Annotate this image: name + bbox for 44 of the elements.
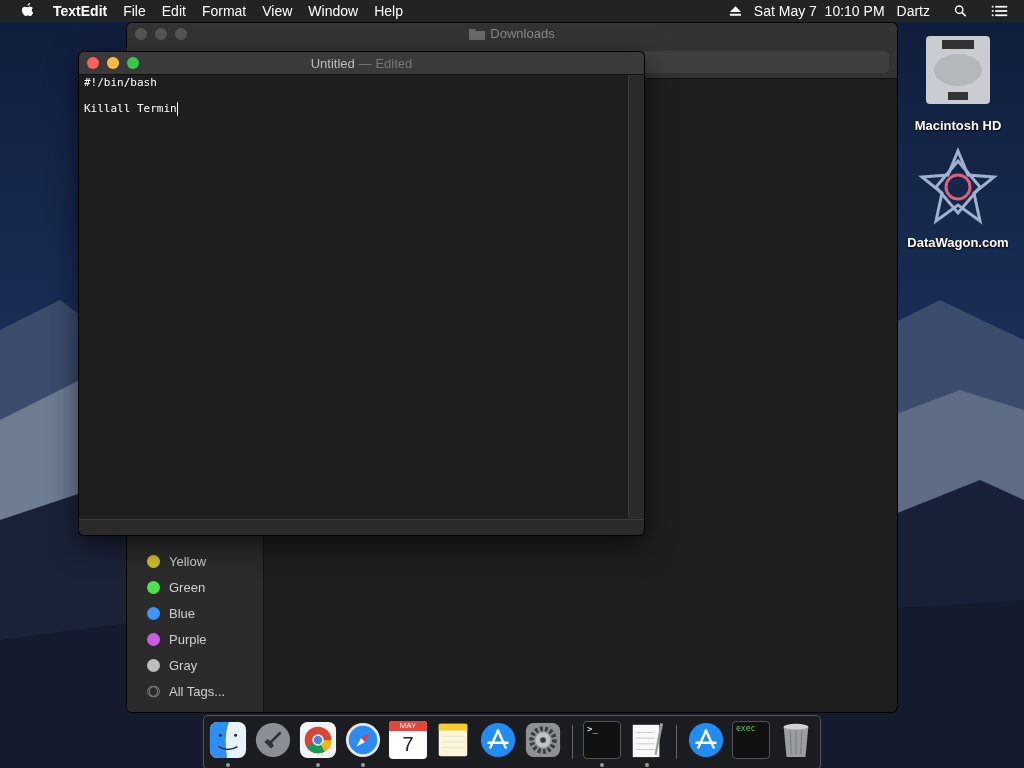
finder-icon[interactable] bbox=[209, 721, 247, 759]
sidebar-item[interactable]: Gray bbox=[169, 657, 198, 673]
window-title: Untitled bbox=[310, 56, 355, 71]
gear-icon[interactable] bbox=[524, 721, 562, 759]
chrome-icon[interactable] bbox=[299, 721, 337, 759]
sidebar-item[interactable]: All Tags... bbox=[169, 683, 226, 699]
text-cursor bbox=[176, 101, 178, 116]
edited-status: — Edited bbox=[358, 56, 413, 71]
app-store-icon[interactable] bbox=[687, 721, 725, 759]
zoom-button[interactable] bbox=[127, 57, 139, 69]
sidebar-item[interactable]: Purple bbox=[169, 631, 207, 647]
app-menu[interactable]: TextEdit bbox=[53, 3, 108, 19]
eject-icon[interactable] bbox=[728, 5, 742, 17]
folder-icon bbox=[469, 27, 486, 40]
star-logo-icon[interactable] bbox=[918, 147, 998, 227]
scroll-track[interactable] bbox=[628, 75, 644, 519]
text-editor[interactable]: #!/bin/bash Killall Termin bbox=[79, 75, 628, 519]
menu-item[interactable]: Edit bbox=[161, 3, 186, 19]
all-tags-icon bbox=[147, 684, 160, 698]
desktop-icon-label[interactable]: DataWagon.com bbox=[907, 235, 1009, 250]
sidebar-item[interactable]: Blue bbox=[169, 605, 196, 621]
app-store-icon[interactable] bbox=[479, 721, 517, 759]
window-title: Downloads bbox=[490, 26, 555, 41]
code-line: #!/bin/bash bbox=[84, 76, 157, 89]
search-icon[interactable] bbox=[954, 5, 967, 17]
menu-item[interactable]: Format bbox=[201, 3, 247, 19]
calendar-icon[interactable]: MAY 7 bbox=[389, 721, 427, 759]
menu-item[interactable]: Window bbox=[308, 3, 359, 19]
clock[interactable]: Sat May 7 10:10 PM bbox=[753, 3, 885, 19]
close-button[interactable] bbox=[87, 57, 99, 69]
list-icon[interactable] bbox=[991, 5, 1008, 17]
search-field[interactable] bbox=[645, 50, 889, 73]
minimize-button[interactable] bbox=[107, 57, 119, 69]
executable-icon[interactable]: exec bbox=[732, 721, 770, 759]
menu-item[interactable]: File bbox=[123, 3, 146, 19]
desktop-icon-label[interactable]: Macintosh HD bbox=[914, 118, 1002, 133]
sidebar-item[interactable]: Green bbox=[169, 579, 206, 595]
code-line: Killall Termin bbox=[84, 102, 177, 115]
menu-item[interactable]: Help bbox=[374, 3, 403, 19]
terminal-icon[interactable]: >_ bbox=[583, 721, 621, 759]
user-name[interactable]: Dartz bbox=[896, 3, 930, 19]
compass-icon[interactable] bbox=[344, 721, 382, 759]
sidebar-item[interactable]: Yellow bbox=[169, 553, 207, 569]
menu-item[interactable]: View bbox=[262, 3, 293, 19]
